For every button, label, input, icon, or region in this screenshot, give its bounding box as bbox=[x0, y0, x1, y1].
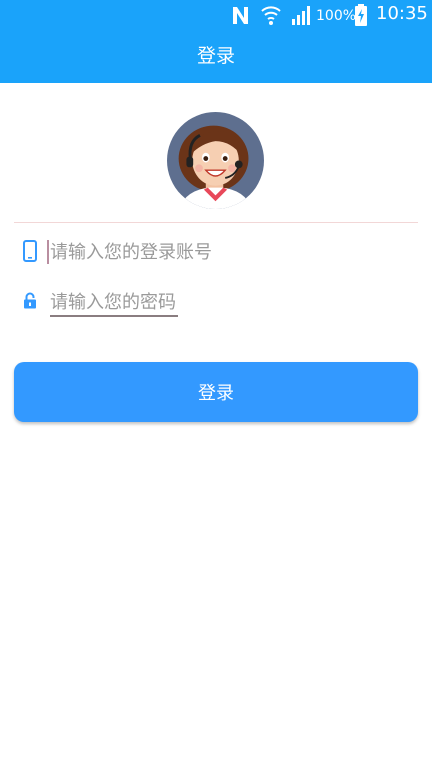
password-underline bbox=[50, 315, 178, 317]
text-cursor bbox=[47, 240, 49, 264]
battery-percent: 100% bbox=[316, 8, 357, 24]
avatar bbox=[167, 112, 264, 209]
divider bbox=[14, 222, 418, 223]
clock: 10:35 bbox=[376, 3, 428, 24]
phone-icon bbox=[23, 240, 37, 262]
wifi-icon bbox=[261, 6, 281, 25]
status-bar: 100% 10:35 bbox=[0, 0, 432, 30]
battery-charging-icon bbox=[355, 4, 367, 26]
page-title: 登录 bbox=[196, 45, 235, 67]
account-input[interactable] bbox=[50, 238, 390, 266]
password-input[interactable] bbox=[50, 288, 178, 316]
app-header: 100% 10:35 登录 bbox=[0, 0, 432, 83]
nfc-icon bbox=[233, 7, 248, 24]
login-button[interactable]: 登录 bbox=[14, 362, 418, 422]
lock-icon bbox=[24, 292, 36, 309]
signal-icon bbox=[292, 6, 310, 25]
